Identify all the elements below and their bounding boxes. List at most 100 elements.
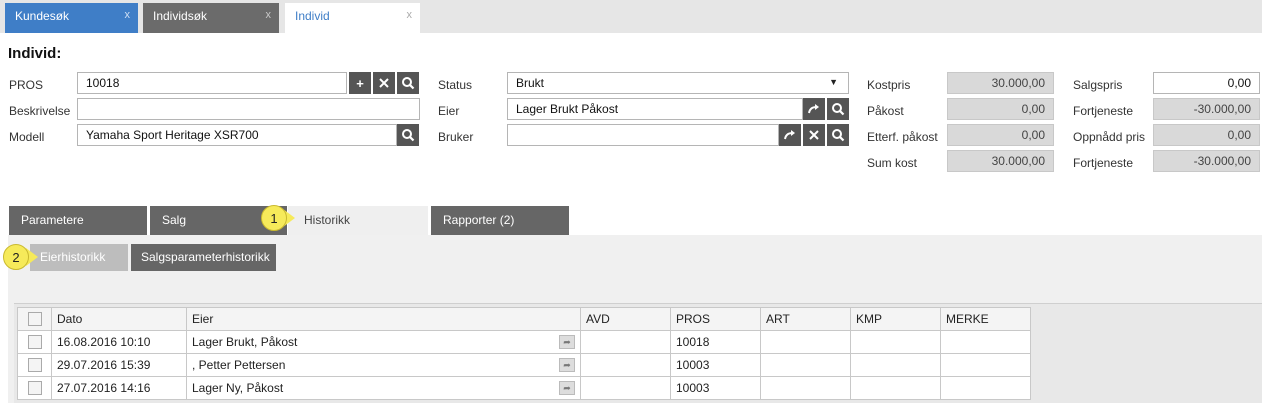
tab-parametere[interactable]: Parametere [9, 206, 147, 235]
tab-label: Individsøk [153, 9, 208, 23]
cell-eier: , Petter Pettersen ➦ [186, 353, 581, 377]
column-header[interactable]: MERKE [940, 307, 1031, 331]
column-header[interactable]: PROS [670, 307, 761, 331]
row-checkbox[interactable] [17, 353, 52, 377]
eier-text: Lager Brukt, Påkost [192, 335, 298, 349]
table-row[interactable]: 16.08.2016 10:10 Lager Brukt, Påkost ➦ 10… [17, 330, 1031, 354]
sum-kost-label: Sum kost [867, 156, 918, 170]
column-header[interactable]: KMP [850, 307, 941, 331]
fortjeneste-field-2: -30.000,00 [1153, 150, 1260, 172]
cell-kmp [850, 353, 941, 377]
share-arrow-icon[interactable]: ➦ [559, 358, 575, 372]
eier-text: , Petter Pettersen [192, 358, 286, 372]
close-icon[interactable]: x [407, 9, 413, 21]
beskrivelse-input[interactable] [77, 98, 420, 120]
cell-merke [940, 330, 1031, 354]
kostpris-label: Kostpris [867, 78, 911, 92]
subtab-salgsparameterhistorikk[interactable]: Salgsparameterhistorikk [131, 244, 276, 271]
cell-avd [580, 353, 671, 377]
etterf-pakost-label: Etterf. påkost [867, 130, 938, 144]
status-value: Brukt [516, 76, 545, 90]
tab-label: Kundesøk [15, 9, 70, 23]
sum-kost-field: 30.000,00 [947, 150, 1054, 172]
fortjeneste-label-2: Fortjeneste [1073, 156, 1134, 170]
cell-avd [580, 376, 671, 400]
cell-eier: Lager Brukt, Påkost ➦ [186, 330, 581, 354]
checkbox-icon [27, 312, 42, 327]
eier-label: Eier [438, 104, 460, 118]
cell-art [760, 353, 851, 377]
tab-individsok[interactable]: Individsøk x [143, 3, 279, 33]
cell-art [760, 330, 851, 354]
subtab-eierhistorikk[interactable]: Eierhistorikk [30, 244, 128, 271]
history-table: Dato Eier AVD PROS ART KMP MERKE 16.08.2… [17, 307, 1031, 400]
salgspris-label: Salgspris [1073, 78, 1123, 92]
tab-individ[interactable]: Individ x [285, 3, 420, 33]
row-checkbox[interactable] [17, 330, 52, 354]
fortjeneste-label: Fortjeneste [1073, 104, 1134, 118]
salgspris-input[interactable]: 0,00 [1153, 72, 1260, 94]
fortjeneste-field: -30.000,00 [1153, 98, 1260, 120]
search-icon[interactable] [827, 98, 849, 120]
search-icon[interactable] [397, 72, 419, 94]
tab-rapporter[interactable]: Rapporter (2) [431, 206, 569, 235]
tab-kundesok[interactable]: Kundesøk x [5, 3, 138, 33]
share-arrow-icon[interactable] [779, 124, 801, 146]
oppnadd-pris-field: 0,00 [1153, 124, 1260, 146]
kostpris-field: 30.000,00 [947, 72, 1054, 94]
cell-dato: 27.07.2016 14:16 [51, 376, 187, 400]
pakost-field: 0,00 [947, 98, 1054, 120]
modell-input[interactable]: Yamaha Sport Heritage XSR700 [77, 124, 397, 146]
plus-icon[interactable]: + [349, 72, 371, 94]
cell-dato: 16.08.2016 10:10 [51, 330, 187, 354]
checkbox-icon [27, 335, 42, 350]
cell-dato: 29.07.2016 15:39 [51, 353, 187, 377]
close-icon[interactable] [373, 72, 395, 94]
close-icon[interactable]: x [266, 9, 272, 21]
table-row[interactable]: 27.07.2016 14:16 Lager Ny, Påkost ➦ 10003 [17, 376, 1031, 400]
tab-historikk[interactable]: Historikk [288, 206, 428, 235]
close-icon[interactable]: x [125, 9, 131, 21]
status-select[interactable]: Brukt ▼ [507, 72, 849, 94]
column-header[interactable]: Dato [51, 307, 187, 331]
close-icon[interactable] [803, 124, 825, 146]
share-arrow-icon[interactable]: ➦ [559, 381, 575, 395]
cell-art [760, 376, 851, 400]
cell-pros: 10003 [670, 376, 761, 400]
table-row[interactable]: 29.07.2016 15:39 , Petter Pettersen ➦ 100… [17, 353, 1031, 377]
eier-text: Lager Ny, Påkost [192, 381, 284, 395]
cell-pros: 10018 [670, 330, 761, 354]
checkbox-icon [27, 381, 42, 396]
callout-1: 1 [261, 205, 287, 231]
etterf-pakost-field: 0,00 [947, 124, 1054, 146]
status-label: Status [438, 78, 473, 92]
cell-eier: Lager Ny, Påkost ➦ [186, 376, 581, 400]
pakost-label: Påkost [867, 104, 904, 118]
beskrivelse-label: Beskrivelse [9, 104, 71, 118]
row-checkbox[interactable] [17, 376, 52, 400]
table-header-row: Dato Eier AVD PROS ART KMP MERKE [17, 307, 1031, 331]
bruker-input[interactable] [507, 124, 779, 146]
caret-down-icon: ▼ [829, 77, 838, 87]
share-arrow-icon[interactable] [803, 98, 825, 120]
eier-input[interactable]: Lager Brukt Påkost [507, 98, 803, 120]
select-all-checkbox[interactable] [17, 307, 52, 331]
cell-merke [940, 353, 1031, 377]
cell-kmp [850, 330, 941, 354]
oppnadd-pris-label: Oppnådd pris [1073, 130, 1146, 144]
bruker-label: Bruker [438, 130, 474, 144]
pros-input[interactable]: 10018 [77, 72, 347, 94]
column-header[interactable]: AVD [580, 307, 671, 331]
checkbox-icon [27, 358, 42, 373]
cell-avd [580, 330, 671, 354]
callout-2: 2 [3, 244, 29, 270]
cell-kmp [850, 376, 941, 400]
cell-merke [940, 376, 1031, 400]
column-header[interactable]: Eier [186, 307, 581, 331]
search-icon[interactable] [397, 124, 419, 146]
column-header[interactable]: ART [760, 307, 851, 331]
top-tab-bar: Kundesøk x Individsøk x Individ x [0, 0, 1262, 33]
search-icon[interactable] [827, 124, 849, 146]
share-arrow-icon[interactable]: ➦ [559, 335, 575, 349]
pros-label: PROS [9, 78, 44, 92]
